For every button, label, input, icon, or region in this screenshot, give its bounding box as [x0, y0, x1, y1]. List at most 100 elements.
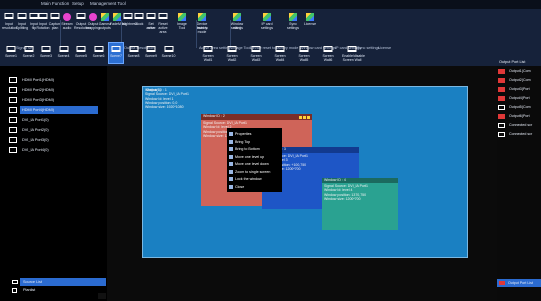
- reset-active-area-icon: [158, 13, 168, 19]
- scene-button-10[interactable]: Scene10: [162, 43, 176, 63]
- scene-button-5[interactable]: Scene5: [74, 43, 88, 63]
- output-port-list-tab[interactable]: Output Port List: [497, 279, 541, 287]
- window-4-title: Window ID : 4: [324, 178, 346, 182]
- output-monitor-icon: [498, 69, 505, 74]
- output-port-item[interactable]: Output4(Port: [498, 95, 541, 102]
- source-list-tab[interactable]: Source List: [12, 278, 106, 286]
- scene-icon: [24, 46, 33, 52]
- output-port-title: Output Port List: [499, 60, 526, 64]
- scene-button-13[interactable]: Screen Wall3: [246, 43, 266, 63]
- sync-settings-button[interactable]: Sync settings: [286, 11, 300, 35]
- menu-setup[interactable]: Setup: [72, 1, 84, 6]
- context-menu-item[interactable]: Move one level down: [235, 161, 269, 167]
- output-resolution-icon: [76, 13, 86, 19]
- monitor-icon: [9, 147, 17, 153]
- stream-audio-button[interactable]: Stream audio: [60, 11, 74, 35]
- output-port-item[interactable]: Output6(Port: [498, 113, 541, 120]
- context-menu-item[interactable]: Lock the window: [235, 176, 262, 182]
- scene-button-11[interactable]: Screen Wall1: [198, 43, 218, 63]
- license-icon: [306, 13, 314, 21]
- context-menu-item[interactable]: Properties: [235, 131, 251, 137]
- output-port-item[interactable]: Output5(Com: [498, 104, 541, 111]
- output-port-label: Output1(Com: [509, 69, 531, 73]
- source-item[interactable]: HDMI Port1(HDMI): [9, 76, 98, 84]
- monitor-icon: [9, 137, 17, 143]
- source-item[interactable]: DVI_IA Port1(0): [9, 116, 98, 124]
- source-item-label: HDMI Port2(HDMI): [22, 88, 55, 92]
- sync-settings-icon: [289, 13, 297, 21]
- menu-item-icon: [229, 132, 233, 136]
- input-resolution-icon: [4, 13, 14, 19]
- license-button[interactable]: License: [303, 11, 317, 35]
- menu-item-icon: [229, 169, 233, 174]
- output-port-label: Connected scr: [509, 123, 533, 127]
- scene-button-8[interactable]: Scene8: [127, 43, 141, 63]
- scrollbar-down-button[interactable]: [98, 293, 106, 299]
- output-port-label: Output4(Port: [509, 96, 530, 100]
- gamma-icon: [101, 13, 109, 21]
- scene-button-2[interactable]: Scene2: [22, 43, 36, 63]
- minimize-icon[interactable]: [299, 116, 302, 119]
- scene-button-17[interactable]: Enable/disable Screen Wall: [342, 43, 365, 63]
- window-4[interactable]: Window ID : 4 Signal Source: DVI_IA Port…: [322, 178, 398, 230]
- source-item[interactable]: DVI_IA Port3(0): [9, 136, 98, 144]
- scene-icon: [299, 46, 309, 52]
- scene-button-12[interactable]: Screen Wall2: [222, 43, 242, 63]
- source-list-label: Source List: [23, 280, 42, 284]
- menu-management-tool[interactable]: Management Tool: [90, 1, 126, 6]
- window-2-title: Window ID : 2: [203, 114, 225, 118]
- image-tool-button[interactable]: Image Tool: [175, 11, 189, 35]
- planlist-tab[interactable]: Planlist: [12, 287, 106, 294]
- source-item[interactable]: HDMI Port4(HDMI): [9, 106, 98, 114]
- scene-label: Enable/disable Screen Wall: [342, 54, 365, 62]
- context-menu-item[interactable]: Zoom to single screen: [235, 169, 270, 175]
- scene-button-7[interactable]: Scene7: [108, 42, 124, 64]
- maximize-icon[interactable]: [303, 116, 306, 119]
- scene-button-15[interactable]: Screen Wall5: [294, 43, 314, 63]
- scene-button-9[interactable]: Scene9: [144, 43, 158, 63]
- output-port-item[interactable]: Output3(Port: [498, 86, 541, 93]
- window-card-button[interactable]: Window card settings: [230, 11, 244, 35]
- ip-card-button[interactable]: IP card settings: [260, 11, 274, 35]
- output-port-item[interactable]: Output1(Com: [498, 68, 541, 75]
- scene-icon: [203, 46, 213, 52]
- monitor-icon: [9, 77, 17, 83]
- context-menu-item[interactable]: Close: [235, 184, 244, 190]
- output-icon: [499, 281, 505, 285]
- source-item[interactable]: HDMI Port3(HDMI): [9, 96, 98, 104]
- close-icon[interactable]: [307, 116, 310, 119]
- device-reset-icon: [198, 13, 206, 21]
- scene-button-1[interactable]: Scene1: [4, 43, 18, 63]
- context-menu-item[interactable]: Bring to Bottom: [235, 146, 260, 152]
- scene-icon: [275, 46, 285, 52]
- scene-icon: [111, 46, 121, 52]
- scene-button-4[interactable]: Scene4: [57, 43, 71, 63]
- capture-plan-icon: [50, 13, 60, 19]
- output-port-item[interactable]: Connected scr: [498, 131, 541, 138]
- source-item[interactable]: DVI_IA Port4(0): [9, 146, 98, 154]
- monitor-icon: [9, 97, 17, 103]
- scene-button-3[interactable]: Scene3: [39, 43, 53, 63]
- output-port-item[interactable]: Output2(Com: [498, 77, 541, 84]
- scene-label: Screen Wall4: [274, 54, 286, 62]
- output-port-item[interactable]: Connected scr: [498, 122, 541, 129]
- scene-icon: [146, 46, 156, 52]
- scene-button-14[interactable]: Screen Wall4: [270, 43, 290, 63]
- scene-button-16[interactable]: Screen Wall6: [318, 43, 338, 63]
- context-menu-item[interactable]: Move one level up: [235, 154, 264, 160]
- context-menu-item[interactable]: Bring Top: [235, 139, 250, 145]
- scene-button-6[interactable]: Scene6: [92, 43, 106, 63]
- source-item[interactable]: DVI_IA Port2(0): [9, 126, 98, 134]
- scene-label: Screen Wall1: [202, 54, 214, 62]
- group-license: License: [378, 46, 392, 50]
- reset-active-area-button[interactable]: Reset active area: [156, 11, 170, 35]
- source-item[interactable]: HDMI Port2(HDMI): [9, 86, 98, 94]
- source-item-label: HDMI Port3(HDMI): [22, 98, 55, 102]
- menu-main-function[interactable]: Main Function: [41, 1, 69, 6]
- device-reset-button[interactable]: Device reset to factory mode: [195, 11, 209, 35]
- source-item-label: DVI_IA Port3(0): [22, 138, 49, 142]
- scene-icon: [164, 46, 173, 52]
- image-tool-icon: [178, 13, 186, 21]
- input-resolution-button[interactable]: Input resolution: [2, 11, 17, 35]
- ribbon-separator: [196, 20, 197, 48]
